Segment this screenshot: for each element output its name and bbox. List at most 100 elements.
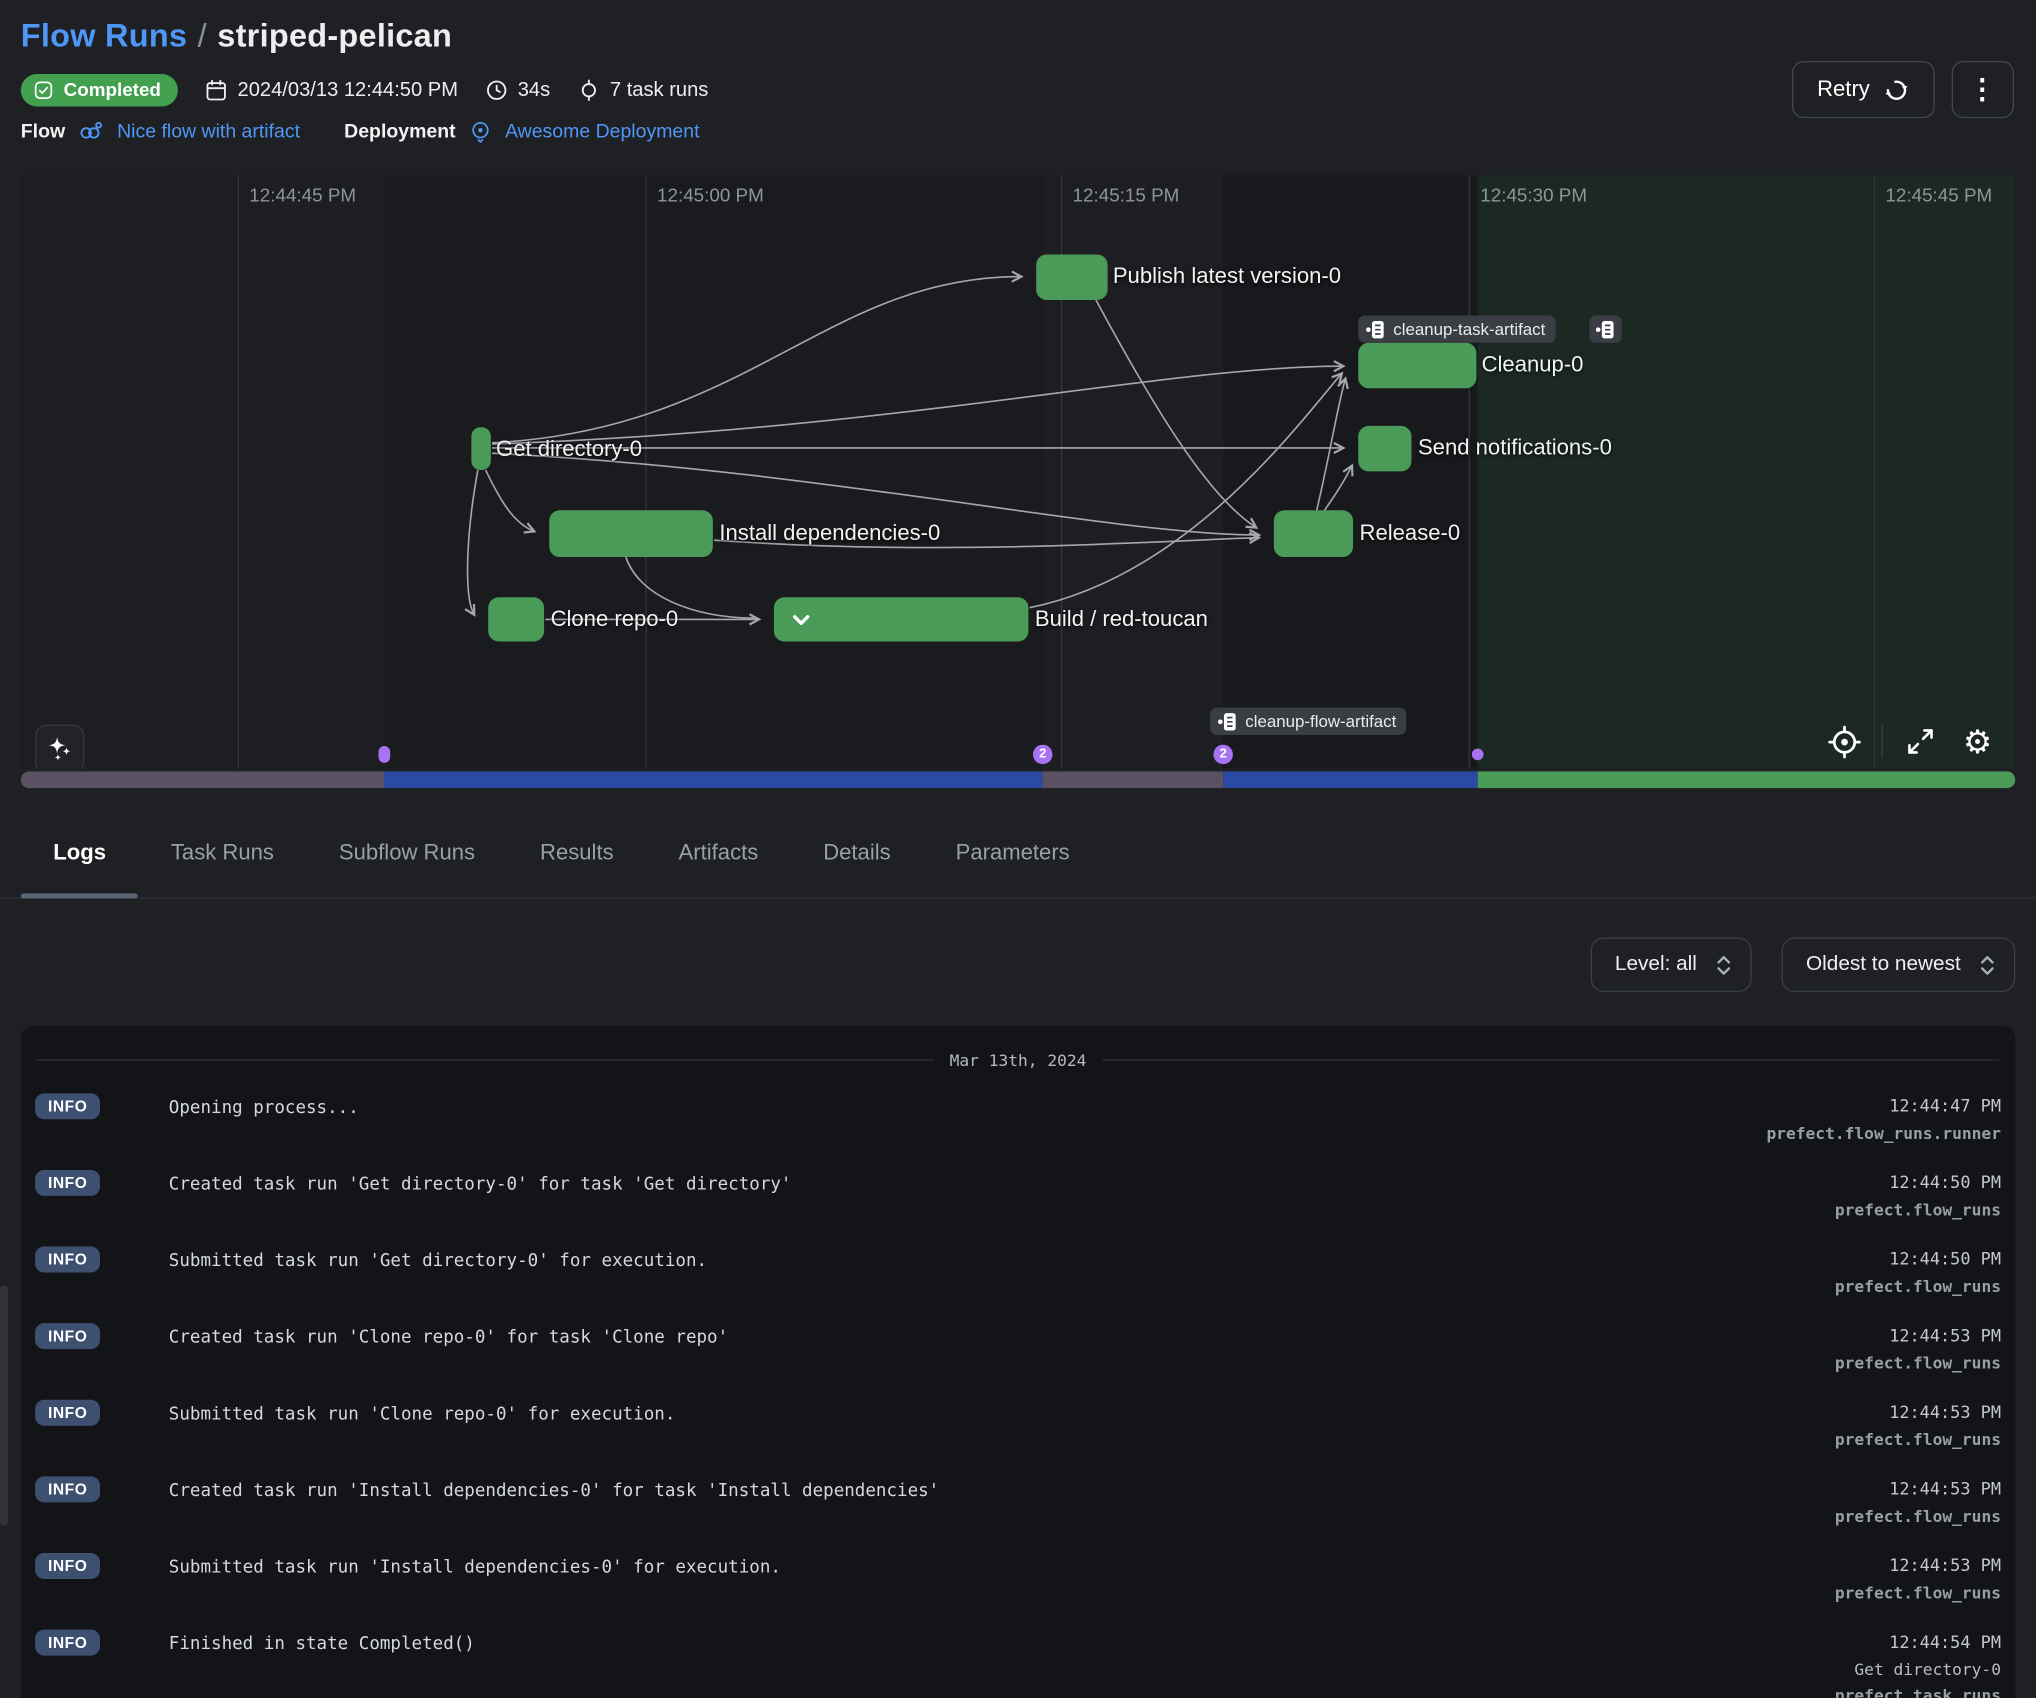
scrollbar-segment-idle [1043, 771, 1223, 788]
log-level-select[interactable]: Level: all [1590, 938, 1751, 993]
tab-parameters[interactable]: Parameters [923, 822, 1102, 892]
chevron-updown-icon [1715, 952, 1732, 977]
task-node-label: Install dependencies-0 [719, 521, 940, 547]
run-start-time: 2024/03/13 12:44:50 PM [204, 78, 458, 103]
artifact-tag-label: cleanup-task-artifact [1393, 319, 1545, 338]
log-level-badge: INFO [35, 1476, 100, 1502]
breadcrumb-flow-runs-link[interactable]: Flow Runs [21, 18, 187, 54]
task-node-cleanup[interactable] [1358, 343, 1476, 388]
log-logger: prefect.flow_runs [1835, 1276, 2001, 1295]
event-marker-count[interactable]: 2 [1033, 745, 1052, 764]
more-actions-button[interactable]: ⋮ [1952, 61, 2014, 118]
task-node-clone-repo[interactable] [488, 597, 544, 641]
task-node-label: Release-0 [1360, 521, 1461, 547]
subflow-node-build[interactable] [774, 597, 1029, 641]
log-logger: prefect.flow_runs.runner [1766, 1123, 2001, 1142]
run-task-count-value: 7 task runs [610, 79, 708, 102]
deployment-icon [469, 119, 492, 142]
log-row: INFO Finished in state Completed() 12:44… [21, 1617, 2015, 1694]
log-level-badge: INFO [35, 1170, 100, 1196]
log-logger: prefect.flow_runs [1835, 1583, 2001, 1602]
log-logger: prefect.flow_runs [1835, 1200, 2001, 1219]
controls-divider [1882, 725, 1883, 759]
task-node-send-notifications[interactable] [1358, 426, 1411, 471]
status-badge: Completed [21, 74, 178, 106]
fullscreen-icon[interactable] [1901, 722, 1940, 761]
artifact-icon [1596, 319, 1615, 340]
artifact-tag-label: cleanup-flow-artifact [1245, 712, 1396, 731]
graph-view-controls: ⚙ [1824, 722, 1997, 761]
log-sort-select[interactable]: Oldest to newest [1781, 938, 2015, 993]
tab-artifacts[interactable]: Artifacts [646, 822, 791, 892]
tab-task-runs[interactable]: Task Runs [138, 822, 306, 892]
detail-tabs: Logs Task Runs Subflow Runs Results Arti… [21, 822, 1102, 892]
graph-ai-button[interactable] [35, 725, 84, 769]
scrollbar-segment-completed [1478, 771, 2016, 788]
artifact-tag-cleanup-task[interactable]: cleanup-task-artifact [1358, 316, 1555, 343]
active-tab-indicator [21, 893, 138, 898]
artifact-icon [1366, 319, 1385, 340]
log-message: Created task run 'Install dependencies-0… [169, 1480, 939, 1501]
event-marker-count[interactable]: 2 [1213, 745, 1232, 764]
tab-logs[interactable]: Logs [21, 822, 139, 892]
event-marker[interactable] [1472, 749, 1484, 761]
breadcrumb-current: striped-pelican [217, 18, 452, 54]
task-node-label: Publish latest version-0 [1113, 264, 1341, 290]
scrollbar-segment-idle [21, 771, 385, 788]
task-node-label: Cleanup-0 [1482, 352, 1584, 378]
deployment-label: Deployment [344, 120, 455, 142]
retry-button[interactable]: Retry [1792, 61, 1934, 118]
task-run-graph[interactable]: 12:44:45 PM 12:45:00 PM 12:45:15 PM 12:4… [21, 175, 2015, 768]
artifact-tag-extra[interactable] [1589, 316, 1621, 343]
log-time: 12:44:53 PM [1889, 1557, 2001, 1576]
chevron-down-icon [789, 610, 812, 629]
chevron-updown-icon [1979, 952, 1996, 977]
task-node-release[interactable] [1274, 510, 1353, 557]
log-time: 12:44:54 PM [1889, 1634, 2001, 1653]
kebab-icon: ⋮ [1969, 73, 1998, 105]
log-level-badge: INFO [35, 1093, 100, 1119]
log-list-panel: Mar 13th, 2024 INFO Opening process... 1… [21, 1026, 2015, 1698]
deployment-name-link[interactable]: Awesome Deployment [505, 120, 700, 142]
task-node-install-dependencies[interactable] [549, 510, 713, 557]
log-time: 12:44:50 PM [1889, 1174, 2001, 1193]
log-level-value: Level: all [1615, 953, 1697, 976]
tab-results[interactable]: Results [508, 822, 647, 892]
tab-details[interactable]: Details [791, 822, 923, 892]
log-message: Submitted task run 'Install dependencies… [169, 1557, 781, 1578]
artifact-tag-cleanup-flow[interactable]: cleanup-flow-artifact [1210, 708, 1406, 735]
recenter-icon[interactable] [1824, 722, 1863, 761]
log-sort-value: Oldest to newest [1806, 953, 1961, 976]
log-logger: prefect.task_runs [1835, 1685, 2001, 1698]
run-duration-value: 34s [518, 79, 550, 102]
log-level-badge: INFO [35, 1400, 100, 1426]
log-message: Opening process... [169, 1097, 359, 1118]
task-node-publish-latest-version[interactable] [1036, 255, 1107, 300]
task-node-get-directory[interactable] [471, 427, 490, 470]
timeline-scrollbar[interactable] [21, 771, 2015, 788]
run-datetime: 2024/03/13 12:44:50 PM [238, 79, 458, 102]
log-task-run: Get directory-0 [1854, 1659, 2001, 1678]
log-row: INFO Submitted task run 'Install depende… [21, 1540, 2015, 1617]
flow-run-page: Flow Runs/striped-pelican Completed 2024… [0, 0, 2036, 1698]
check-square-icon [32, 79, 54, 101]
graph-settings-icon[interactable]: ⚙ [1958, 722, 1997, 761]
event-marker[interactable] [379, 746, 391, 763]
tabs-divider [0, 897, 2036, 898]
log-logger: prefect.flow_runs [1835, 1353, 2001, 1372]
log-date-divider: Mar 13th, 2024 [36, 1050, 1999, 1069]
artifact-icon [1218, 711, 1237, 732]
log-time: 12:44:53 PM [1889, 1404, 2001, 1423]
log-level-badge: INFO [35, 1323, 100, 1349]
log-logger: prefect.flow_runs [1835, 1506, 2001, 1525]
flow-deployment-row: Flow Nice flow with artifact Deployment … [21, 119, 700, 142]
log-time: 12:44:50 PM [1889, 1250, 2001, 1269]
log-time: 12:44:53 PM [1889, 1480, 2001, 1499]
subflow-node-label: Build / red-toucan [1035, 606, 1208, 632]
tab-subflow-runs[interactable]: Subflow Runs [306, 822, 507, 892]
clock-icon [484, 78, 509, 103]
log-row: INFO Created task run 'Clone repo-0' for… [21, 1310, 2015, 1387]
task-node-label: Clone repo-0 [551, 606, 679, 632]
page-scrollbar[interactable] [0, 1286, 8, 1526]
flow-name-link[interactable]: Nice flow with artifact [117, 120, 300, 142]
